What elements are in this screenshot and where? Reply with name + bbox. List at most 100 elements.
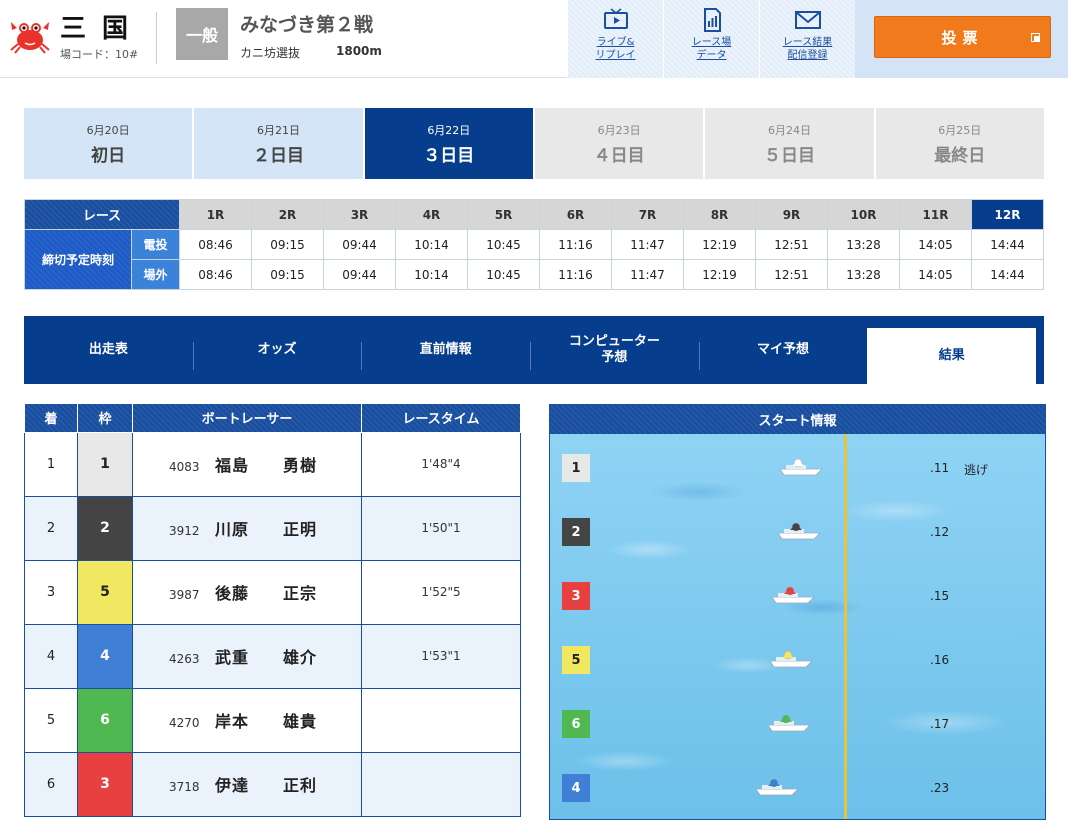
day-tab[interactable]: 6月22日 ３日目 bbox=[364, 108, 533, 179]
start-waku-box: 1 bbox=[562, 454, 590, 482]
result-row: 2 2 3912 川原 正明 1'50"1 bbox=[24, 496, 521, 561]
result-racer: 4083 福島 勇樹 bbox=[132, 432, 362, 497]
racer-number: 3987 bbox=[169, 588, 200, 602]
crab-logo-icon bbox=[10, 22, 50, 54]
race-number-cell[interactable]: 12R bbox=[971, 199, 1044, 230]
race-number-cell[interactable]: 6R bbox=[539, 199, 612, 230]
racer-name[interactable]: 伊達 正利 bbox=[215, 776, 317, 795]
race-number-cell[interactable]: 10R bbox=[827, 199, 900, 230]
result-waku: 5 bbox=[77, 560, 133, 625]
start-note: 逃げ bbox=[964, 463, 989, 477]
start-row: 5.16 bbox=[550, 646, 1045, 676]
race-title: みなづき第２戦 bbox=[240, 14, 374, 36]
day-tab-label: 最終日 bbox=[934, 145, 986, 166]
day-tab-date: 6月20日 bbox=[86, 123, 130, 137]
race-number-cell[interactable]: 1R bbox=[179, 199, 252, 230]
deadline-time-jougai: 11:16 bbox=[539, 259, 612, 290]
result-rank: 4 bbox=[24, 624, 78, 689]
day-tab[interactable]: 6月25日最終日 bbox=[875, 108, 1044, 179]
boat-icon bbox=[771, 586, 815, 604]
deadline-time-jougai: 11:47 bbox=[611, 259, 684, 290]
deadline-time-jougai: 12:51 bbox=[755, 259, 828, 290]
grade-badge: 一般 bbox=[176, 8, 228, 60]
result-row: 6 3 3718 伊達 正利 bbox=[24, 752, 521, 817]
day-tab-date: 6月21日 bbox=[256, 123, 300, 137]
racer-number: 3718 bbox=[169, 780, 200, 794]
result-table: 着 枠 ボートレーサー レースタイム 1 1 4083 福島 勇樹 1'48"4 2 2 39… bbox=[24, 404, 521, 817]
start-timing: .16 bbox=[930, 653, 950, 667]
day-tab[interactable]: 6月23日 ４日目 bbox=[534, 108, 704, 179]
vote-button[interactable]: 投票 bbox=[874, 16, 1051, 58]
venue-code: 場コード：10# bbox=[60, 48, 139, 61]
deadline-time-jougai: 09:44 bbox=[323, 259, 396, 290]
race-number-cell[interactable]: 2R bbox=[251, 199, 324, 230]
day-tab-label: ５日目 bbox=[763, 145, 815, 166]
header-links: ライブ& リプレイ レース場 データ レース結果 配信登録 bbox=[567, 0, 855, 78]
result-racer: 4270 岸本 雄貴 bbox=[132, 688, 362, 753]
deadline-time-jougai: 10:45 bbox=[467, 259, 540, 290]
venue-name: 三国 bbox=[60, 14, 145, 44]
venue-data-link[interactable]: レース場 データ bbox=[663, 0, 759, 78]
section-tab[interactable]: マイ予想 bbox=[698, 322, 868, 378]
race-number-cell[interactable]: 9R bbox=[755, 199, 828, 230]
start-line bbox=[844, 434, 847, 819]
race-number-cell[interactable]: 7R bbox=[611, 199, 684, 230]
section-tab[interactable]: 出走表 bbox=[24, 322, 193, 378]
race-time bbox=[361, 688, 521, 753]
deadline-time-denpyo: 11:16 bbox=[539, 229, 612, 260]
racer-number: 3912 bbox=[169, 524, 200, 538]
race-number-cell[interactable]: 3R bbox=[323, 199, 396, 230]
live-replay-label: ライブ& リプレイ bbox=[595, 37, 636, 61]
deadline-time-denpyo: 14:44 bbox=[971, 229, 1044, 260]
racer-number: 4263 bbox=[169, 652, 200, 666]
day-tabs: 6月20日 初日 6月21日 ２日目 6月22日 ３日目 6月23日 ４日目 6月24日 ５日目 6… bbox=[24, 108, 1044, 179]
race-distance: 1800m bbox=[336, 44, 382, 58]
result-racer: 3987 後藤 正宗 bbox=[132, 560, 362, 625]
result-racer: 3718 伊達 正利 bbox=[132, 752, 362, 817]
race-header: レース bbox=[24, 199, 180, 230]
section-tab[interactable]: オッズ bbox=[192, 322, 362, 378]
deadline-time-jougai: 10:14 bbox=[395, 259, 468, 290]
day-tab-date: 6月24日 bbox=[767, 123, 811, 137]
day-tab[interactable]: 6月21日 ２日目 bbox=[194, 108, 363, 179]
racer-name[interactable]: 後藤 正宗 bbox=[215, 584, 317, 603]
live-replay-link[interactable]: ライブ& リプレイ bbox=[567, 0, 663, 78]
racer-name[interactable]: 武重 雄介 bbox=[215, 648, 317, 667]
jougai-label: 場外 bbox=[131, 259, 180, 290]
start-waku-box: 2 bbox=[562, 518, 590, 546]
racer-number: 4083 bbox=[169, 460, 200, 474]
deadline-time-denpyo: 10:14 bbox=[395, 229, 468, 260]
deadline-time-denpyo: 13:28 bbox=[827, 229, 900, 260]
racer-name[interactable]: 岸本 雄貴 bbox=[215, 712, 317, 731]
new-window-icon bbox=[1031, 33, 1040, 42]
race-time bbox=[361, 752, 521, 817]
start-timing: .23 bbox=[930, 781, 950, 795]
day-tab[interactable]: 6月24日 ５日目 bbox=[705, 108, 874, 179]
race-time: 1'52"5 bbox=[361, 560, 521, 625]
section-tab[interactable]: 結果 bbox=[867, 328, 1037, 384]
race-number-cell[interactable]: 5R bbox=[467, 199, 540, 230]
result-rank: 1 bbox=[24, 432, 78, 497]
race-number-cell[interactable]: 4R bbox=[395, 199, 468, 230]
deadline-label: 締切予定時刻 bbox=[24, 229, 132, 290]
racer-name[interactable]: 福島 勇樹 bbox=[215, 456, 317, 475]
day-tab-date: 6月25日 bbox=[938, 123, 982, 137]
day-tab[interactable]: 6月20日初日 bbox=[24, 108, 193, 179]
racer-name[interactable]: 川原 正明 bbox=[215, 520, 317, 539]
start-info-title: スタート情報 bbox=[550, 405, 1045, 434]
race-number-cell[interactable]: 11R bbox=[899, 199, 972, 230]
result-row: 3 5 3987 後藤 正宗 1'52"5 bbox=[24, 560, 521, 625]
start-waku-box: 3 bbox=[562, 582, 590, 610]
start-row: 1 .11 逃げ bbox=[550, 454, 1045, 484]
result-racer: 3912 川原 正明 bbox=[132, 496, 362, 561]
result-mail-link[interactable]: レース結果 配信登録 bbox=[759, 0, 855, 78]
day-tab-date: 6月22日 bbox=[427, 123, 471, 137]
race-number-cell[interactable]: 8R bbox=[683, 199, 756, 230]
boat-icon bbox=[767, 714, 811, 732]
header-divider bbox=[156, 12, 157, 64]
section-tab[interactable]: 直前情報 bbox=[361, 322, 530, 378]
result-waku: 3 bbox=[77, 752, 133, 817]
day-tab-label: 初日 bbox=[91, 145, 126, 166]
start-water-area: 1.11 逃げ 2.12 3.15 5.16 6.17 4.23 bbox=[550, 434, 1045, 819]
section-tab[interactable]: コンピューター 予想 bbox=[530, 322, 699, 378]
